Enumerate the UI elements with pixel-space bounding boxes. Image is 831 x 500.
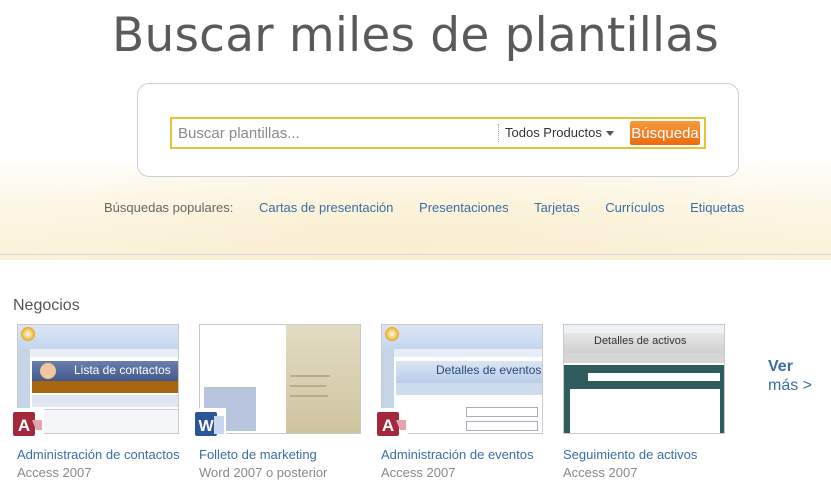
see-more-line2: más > xyxy=(768,377,813,394)
svg-text:A: A xyxy=(382,416,394,435)
section-title: Negocios xyxy=(13,297,80,314)
popular-link-cartas[interactable]: Cartas de presentación xyxy=(259,200,393,215)
template-card-contactos[interactable]: Lista de contactos A Administración de c… xyxy=(12,324,187,482)
search-bar: Todos Productos Búsqueda xyxy=(170,117,706,149)
popular-searches: Búsquedas populares: Cartas de presentac… xyxy=(104,200,766,215)
see-more-link[interactable]: Ver más > xyxy=(768,357,812,395)
chevron-down-icon[interactable] xyxy=(606,131,614,136)
template-thumbnail[interactable]: Detalles de activos xyxy=(563,324,725,434)
template-subtitle: Access 2007 xyxy=(563,465,638,480)
popular-link-presentaciones[interactable]: Presentaciones xyxy=(419,200,509,215)
template-title[interactable]: Administración de contactos xyxy=(17,446,187,464)
see-more-line1: Ver xyxy=(768,358,793,375)
template-subtitle: Access 2007 xyxy=(381,465,456,480)
word-icon: W xyxy=(194,408,226,440)
search-panel: Todos Productos Búsqueda xyxy=(137,83,739,177)
access-icon: A xyxy=(376,408,408,440)
template-title[interactable]: Folleto de marketing xyxy=(199,446,369,464)
thumbnail-caption: Lista de contactos xyxy=(74,363,171,377)
page-title: Buscar miles de plantillas xyxy=(112,8,719,63)
thumbnail-caption: Detalles de eventos xyxy=(436,363,542,377)
search-separator xyxy=(498,124,499,142)
thumbnail-caption: Detalles de activos xyxy=(594,335,687,347)
popular-link-tarjetas[interactable]: Tarjetas xyxy=(534,200,580,215)
popular-link-curriculos[interactable]: Currículos xyxy=(605,200,664,215)
popular-searches-label: Búsquedas populares: xyxy=(104,200,234,215)
template-subtitle: Access 2007 xyxy=(17,465,92,480)
section-divider xyxy=(0,254,831,255)
access-icon: A xyxy=(12,408,44,440)
template-card-activos[interactable]: Detalles de activos Seguimiento de activ… xyxy=(563,324,733,482)
template-title[interactable]: Seguimiento de activos xyxy=(563,446,733,464)
template-title[interactable]: Administración de eventos xyxy=(381,446,551,464)
svg-text:A: A xyxy=(18,416,30,435)
template-subtitle: Word 2007 o posterior xyxy=(199,465,328,480)
search-input[interactable] xyxy=(172,119,490,147)
svg-text:W: W xyxy=(198,418,214,435)
template-card-folleto[interactable]: W Folleto de marketing Word 2007 o poste… xyxy=(194,324,369,482)
product-filter-dropdown[interactable]: Todos Productos xyxy=(505,119,602,147)
template-card-eventos[interactable]: Detalles de eventos A Administración de … xyxy=(376,324,551,482)
popular-link-etiquetas[interactable]: Etiquetas xyxy=(690,200,744,215)
search-button[interactable]: Búsqueda xyxy=(630,121,700,145)
